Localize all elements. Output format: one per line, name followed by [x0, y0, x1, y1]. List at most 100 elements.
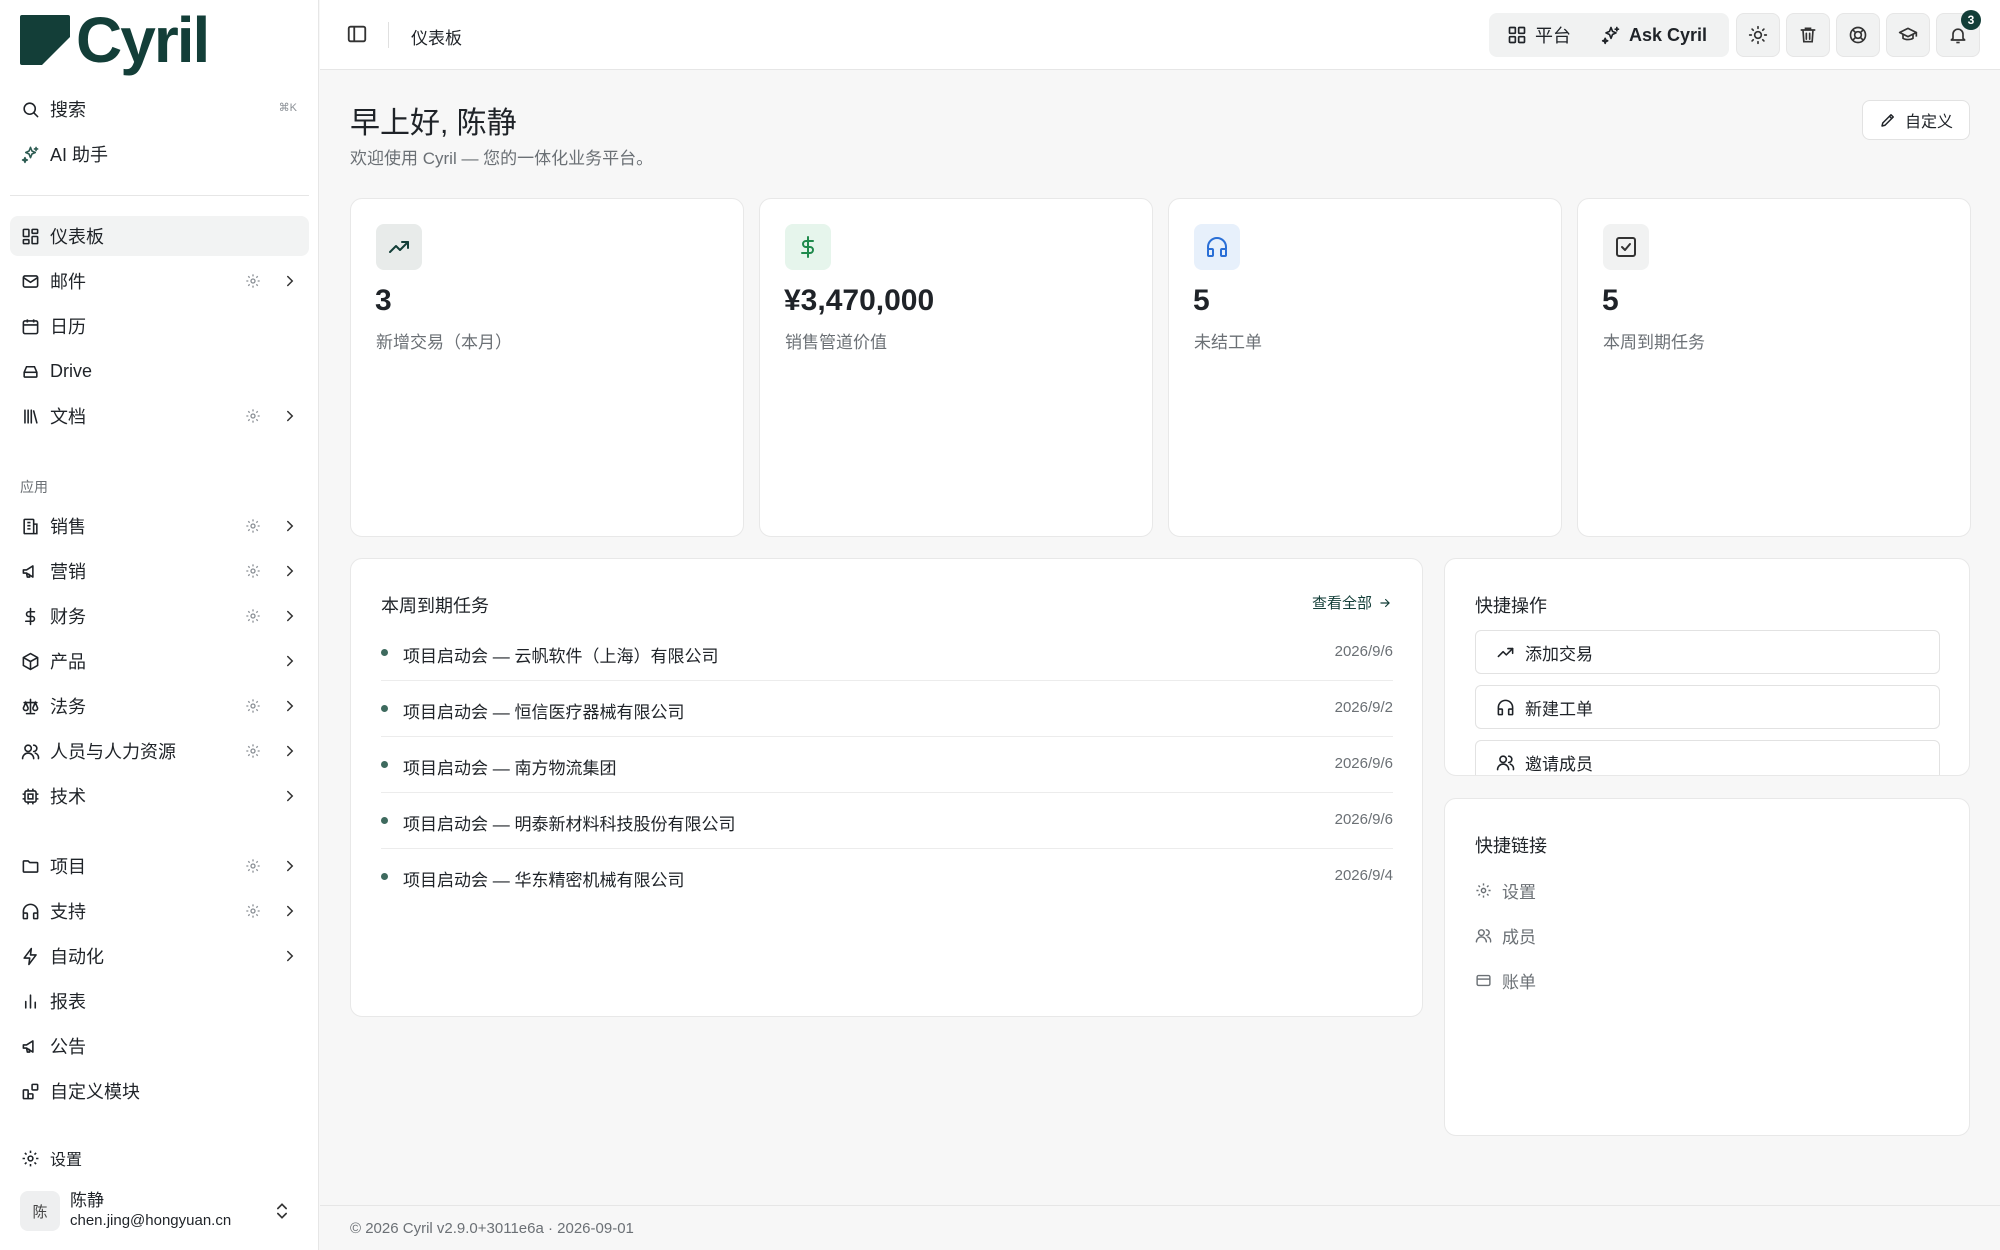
sidebar-item-sales[interactable]: 销售 [10, 506, 309, 546]
invite-member-button[interactable]: 邀请成员 [1475, 740, 1940, 775]
gear-icon[interactable] [245, 608, 261, 624]
search-button[interactable]: 搜索 ⌘K [10, 89, 309, 129]
dashboard-icon [20, 226, 40, 246]
sidebar-item-label: 仪表板 [50, 227, 104, 247]
view-all-link[interactable]: 查看全部 [1312, 592, 1392, 613]
header-divider [388, 22, 389, 48]
logo-mark-icon [20, 15, 70, 65]
chevron-right-icon[interactable] [281, 947, 299, 965]
user-email: chen.jing@hongyuan.cn [70, 1212, 232, 1229]
table-row[interactable]: 项目启动会 — 恒信医疗器械有限公司 2026/9/2 [381, 681, 1393, 737]
mail-icon [20, 271, 40, 291]
chevron-right-icon[interactable] [281, 607, 299, 625]
stat-card-pipeline[interactable] [759, 198, 1153, 537]
quick-link-settings[interactable]: 设置 [1475, 878, 1536, 903]
sidebar-toggle-icon[interactable] [346, 23, 368, 45]
help-button[interactable] [1836, 13, 1880, 57]
megaphone-icon [20, 1036, 40, 1056]
sidebar-item-product[interactable]: 产品 [10, 641, 309, 681]
customize-button[interactable]: 自定义 [1862, 100, 1970, 140]
sidebar-item-legal[interactable]: 法务 [10, 686, 309, 726]
chevron-right-icon[interactable] [281, 787, 299, 805]
blocks-icon [20, 1081, 40, 1101]
sidebar-item-calendar[interactable]: 日历 [10, 306, 309, 346]
chevron-right-icon[interactable] [281, 407, 299, 425]
sidebar-item-marketing[interactable]: 营销 [10, 551, 309, 591]
chevron-right-icon[interactable] [281, 517, 299, 535]
sidebar-item-drive[interactable]: Drive [10, 351, 309, 391]
sidebar-item-docs[interactable]: 文档 [10, 396, 309, 436]
learning-button[interactable] [1886, 13, 1930, 57]
table-row[interactable]: 项目启动会 — 南方物流集团 2026/9/6 [381, 737, 1393, 793]
gear-icon[interactable] [245, 698, 261, 714]
sidebar-item-announcements[interactable]: 公告 [10, 1026, 309, 1066]
search-label: 搜索 [50, 100, 86, 120]
stat-card-due-tasks[interactable] [1577, 198, 1971, 537]
library-icon [20, 406, 40, 426]
trash-icon [1800, 27, 1816, 43]
sidebar-item-tech[interactable]: 技术 [10, 776, 309, 816]
platform-label: 平台 [1535, 26, 1571, 46]
task-title: 项目启动会 — 华东精密机械有限公司 [403, 871, 685, 890]
table-row[interactable]: 项目启动会 — 明泰新材料科技股份有限公司 2026/9/6 [381, 793, 1393, 849]
sidebar-item-label: 报表 [50, 992, 86, 1012]
gear-icon[interactable] [245, 903, 261, 919]
notifications-button[interactable]: 3 [1936, 10, 1981, 57]
users-icon [1496, 754, 1515, 770]
chevron-right-icon[interactable] [281, 562, 299, 580]
ai-assistant-button[interactable]: AI 助手 [10, 134, 309, 174]
stat-label: 未结工单 [1194, 333, 1262, 352]
chevron-right-icon[interactable] [281, 742, 299, 760]
stat-value: 5 [1193, 284, 1210, 317]
sidebar-item-label: Drive [50, 360, 93, 381]
quick-link-billing[interactable]: 账单 [1475, 968, 1536, 993]
stat-value: 5 [1602, 284, 1619, 317]
table-row[interactable]: 项目启动会 — 云帆软件（上海）有限公司 2026/9/6 [381, 625, 1393, 681]
gear-icon[interactable] [245, 273, 261, 289]
platform-button[interactable]: 平台 [1489, 13, 1583, 57]
quick-actions-title: 快捷操作 [1475, 596, 1547, 616]
sidebar-item-hr[interactable]: 人员与人力资源 [10, 731, 309, 771]
task-date: 2026/9/6 [1334, 811, 1393, 828]
sidebar-item-finance[interactable]: 财务 [10, 596, 309, 636]
chevron-right-icon[interactable] [281, 652, 299, 670]
stat-label: 本周到期任务 [1603, 333, 1705, 352]
sidebar: Cyril 搜索 ⌘K AI 助手 仪表板 邮件 日历 Drive 文档 应用 … [0, 0, 319, 1250]
theme-toggle-button[interactable] [1736, 13, 1780, 57]
stat-card-new-deals[interactable] [350, 198, 744, 537]
gear-icon[interactable] [245, 743, 261, 759]
quick-link-label: 成员 [1502, 928, 1536, 947]
gear-icon[interactable] [245, 563, 261, 579]
user-name: 陈静 [70, 1191, 104, 1210]
stat-card-open-tickets[interactable] [1168, 198, 1562, 537]
table-row[interactable]: 项目启动会 — 华东精密机械有限公司 2026/9/4 [381, 849, 1393, 905]
trash-button[interactable] [1786, 13, 1830, 57]
sidebar-item-support[interactable]: 支持 [10, 891, 309, 931]
add-deal-button[interactable]: 添加交易 [1475, 630, 1940, 674]
sidebar-item-projects[interactable]: 项目 [10, 846, 309, 886]
task-bullet [381, 649, 388, 656]
sidebar-item-custom-modules[interactable]: 自定义模块 [10, 1071, 309, 1111]
gear-icon[interactable] [245, 858, 261, 874]
sidebar-item-settings[interactable]: 设置 [10, 1138, 309, 1178]
search-shortcut: ⌘K [278, 102, 297, 114]
gear-icon[interactable] [245, 518, 261, 534]
sidebar-item-mail[interactable]: 邮件 [10, 261, 309, 301]
user-menu[interactable]: 陈 陈静 chen.jing@hongyuan.cn [20, 1188, 300, 1234]
gear-icon[interactable] [245, 408, 261, 424]
task-title: 项目启动会 — 南方物流集团 [403, 759, 617, 778]
sidebar-item-dashboard[interactable]: 仪表板 [10, 216, 309, 256]
new-ticket-button[interactable]: 新建工单 [1475, 685, 1940, 729]
chevron-right-icon[interactable] [281, 857, 299, 875]
sidebar-item-label: 自动化 [50, 947, 104, 967]
sidebar-item-automation[interactable]: 自动化 [10, 936, 309, 976]
chevron-right-icon[interactable] [281, 697, 299, 715]
sidebar-item-reports[interactable]: 报表 [10, 981, 309, 1021]
chevron-right-icon[interactable] [281, 272, 299, 290]
chevron-right-icon[interactable] [281, 902, 299, 920]
chevrons-up-down-icon[interactable] [272, 1200, 292, 1222]
brand-logo[interactable]: Cyril [20, 8, 210, 72]
quick-link-members[interactable]: 成员 [1475, 923, 1536, 948]
ask-cyril-button[interactable]: Ask Cyril [1583, 13, 1719, 57]
quick-link-label: 账单 [1502, 973, 1536, 992]
